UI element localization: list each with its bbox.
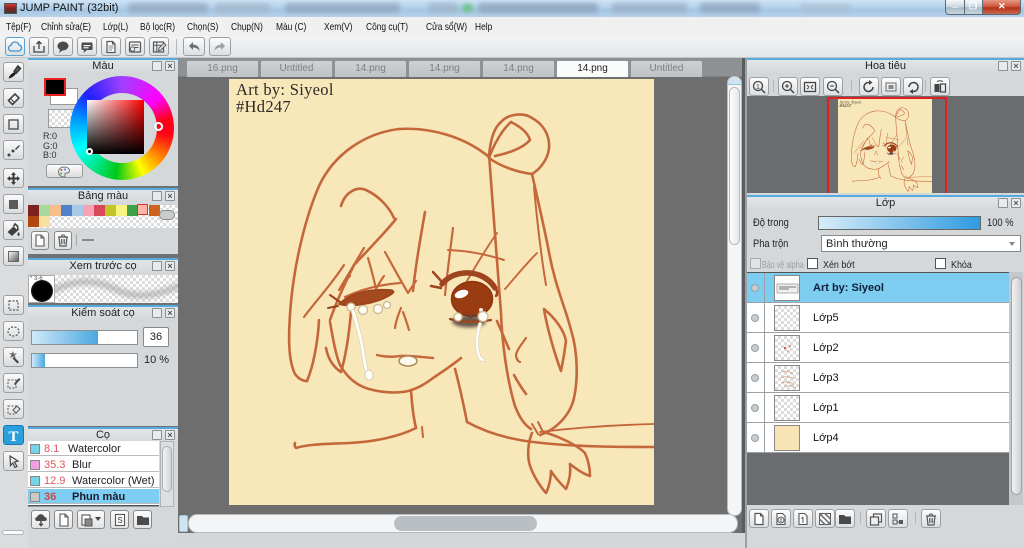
svg-text:T: T bbox=[8, 429, 18, 444]
svg-text:8: 8 bbox=[779, 518, 782, 524]
svg-text:1: 1 bbox=[756, 84, 760, 91]
svg-text:S: S bbox=[117, 516, 122, 525]
